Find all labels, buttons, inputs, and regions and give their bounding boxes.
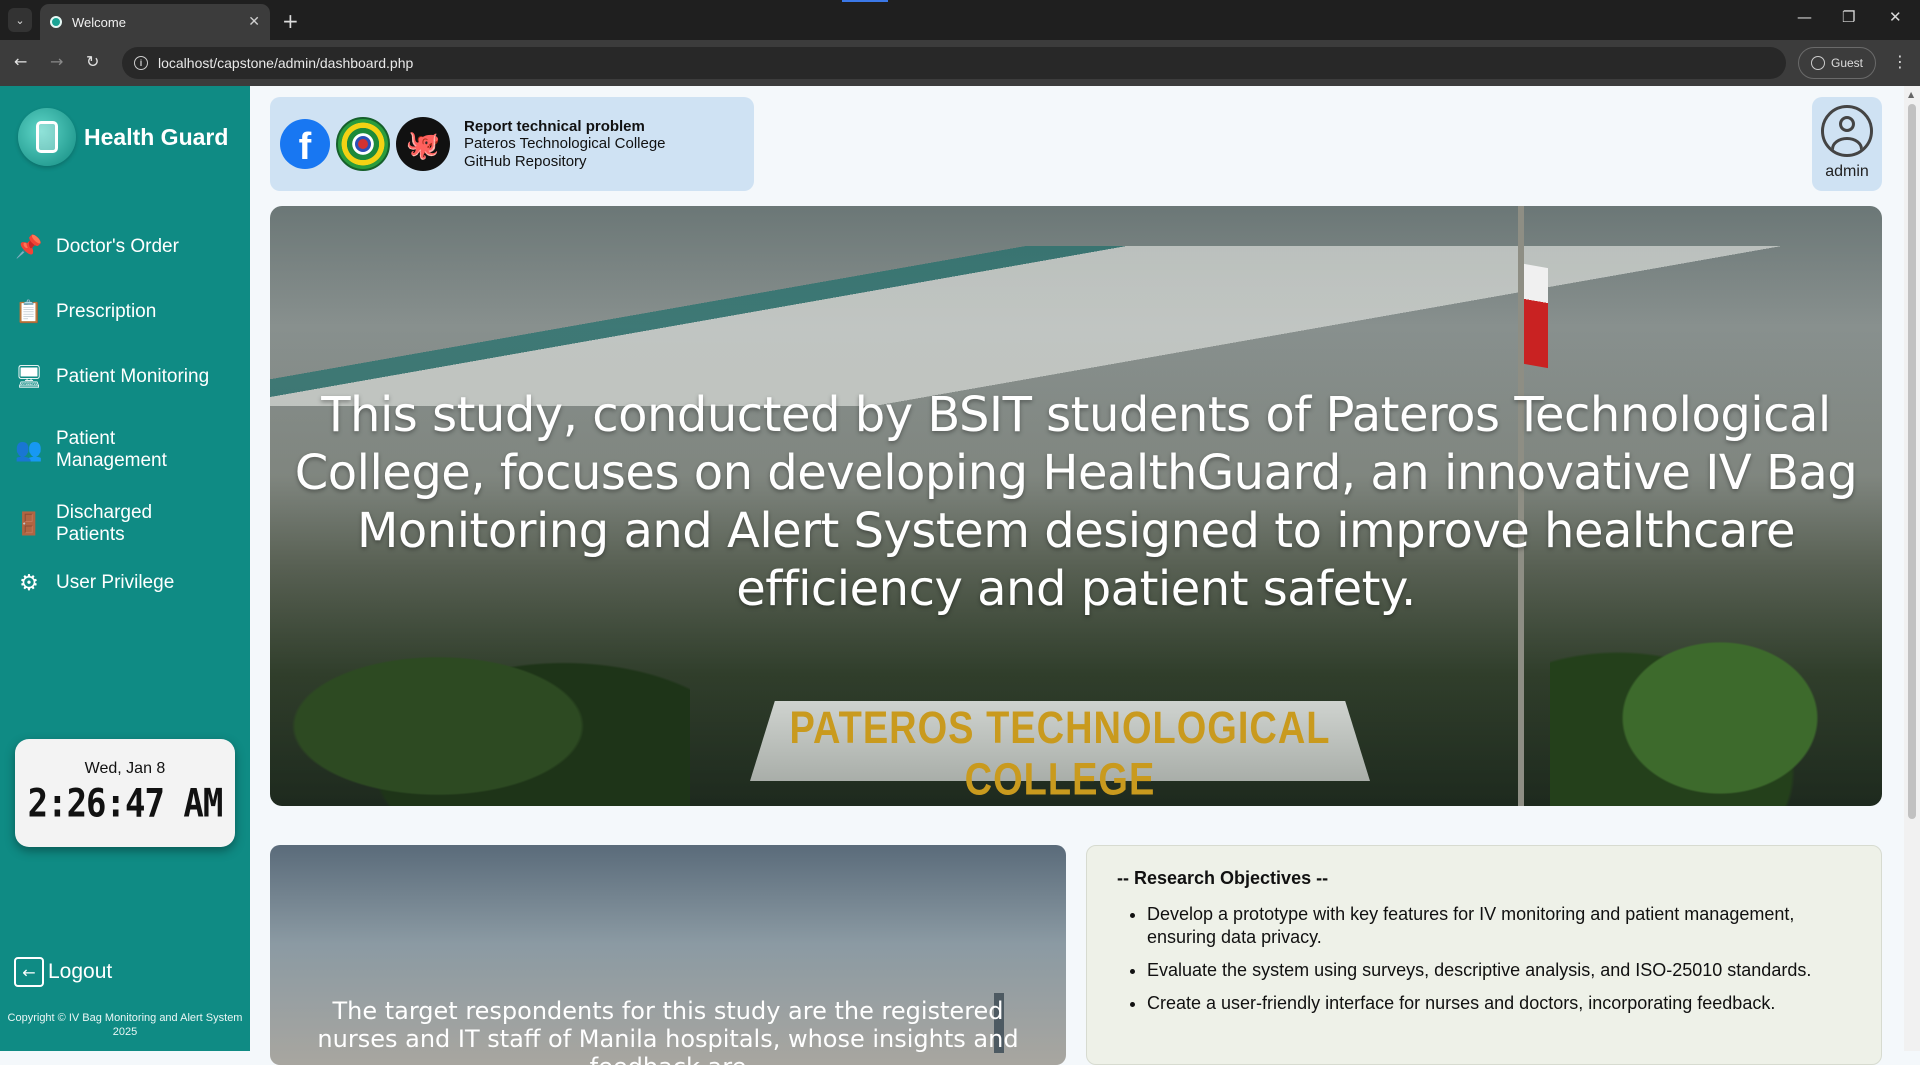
report-problem-link[interactable]: Report technical problem xyxy=(464,118,666,135)
college-seal-icon[interactable] xyxy=(336,117,390,171)
scroll-up-icon[interactable]: ▲ xyxy=(1908,90,1914,99)
sidebar-item-label: Patient Management xyxy=(56,428,167,471)
iv-bag-logo-icon xyxy=(18,108,76,166)
college-link[interactable]: Pateros Technological College xyxy=(464,135,666,153)
sidebar-item-prescription[interactable]: 📋 Prescription xyxy=(14,297,156,327)
site-info-icon[interactable]: i xyxy=(134,56,148,70)
sidebar-item-label: Doctor's Order xyxy=(56,236,179,257)
links-card: f 🐙 Report technical problem Pateros Tec… xyxy=(270,97,754,191)
sidebar-item-user-privilege[interactable]: ⚙ User Privilege xyxy=(14,568,174,598)
building-roof xyxy=(270,246,1882,406)
facebook-icon[interactable]: f xyxy=(280,119,330,169)
logout-button[interactable]: ← Logout xyxy=(14,957,112,987)
sidebar-item-label: User Privilege xyxy=(56,572,175,593)
close-window-icon[interactable]: ✕ xyxy=(1889,8,1902,26)
logout-icon: ← xyxy=(14,957,44,987)
gear-icon: ⚙ xyxy=(19,570,39,596)
sidebar-item-label: Patient Monitoring xyxy=(56,366,210,387)
restore-icon[interactable]: ❐ xyxy=(1842,8,1855,26)
browser-tabbar: ⌄ Welcome ✕ + — ❐ ✕ xyxy=(0,0,1920,40)
building-sign: PATEROS TECHNOLOGICAL COLLEGE xyxy=(789,703,1331,806)
respondents-card: The target respondents for this study ar… xyxy=(270,845,1066,1065)
github-link[interactable]: GitHub Repository xyxy=(464,153,666,171)
objectives-heading: -- Research Objectives -- xyxy=(1117,868,1329,888)
reload-icon[interactable]: ↻ xyxy=(86,52,99,71)
profile-button[interactable]: Guest xyxy=(1798,47,1876,79)
browser-tab[interactable]: Welcome ✕ xyxy=(40,4,270,40)
door-icon: 🚪 xyxy=(15,511,43,537)
close-tab-icon[interactable]: ✕ xyxy=(248,14,260,30)
profile-icon xyxy=(1810,56,1825,70)
back-icon[interactable]: ← xyxy=(14,52,27,71)
objectives-card: -- Research Objectives -- Develop a prot… xyxy=(1086,845,1882,1065)
address-bar[interactable]: i localhost/capstone/admin/dashboard.php xyxy=(122,47,1786,79)
list-item: Evaluate the system using surveys, descr… xyxy=(1147,959,1851,982)
hero-banner: PATEROS TECHNOLOGICAL COLLEGE This study… xyxy=(270,206,1882,806)
scrollbar-thumb[interactable] xyxy=(1908,104,1916,819)
browser-toolbar: ← → ↻ i localhost/capstone/admin/dashboa… xyxy=(0,40,1920,86)
sidebar-item-label: Discharged Patients xyxy=(56,502,153,545)
clipboard-icon: 📋 xyxy=(15,299,43,325)
respondents-text: The target respondents for this study ar… xyxy=(317,997,1019,1065)
logout-label: Logout xyxy=(48,960,113,983)
tab-title: Welcome xyxy=(72,14,126,30)
avatar-icon xyxy=(1821,105,1873,157)
flag xyxy=(1524,263,1548,369)
digital-clock: Wed, Jan 8 2:26:47 AM xyxy=(15,739,235,847)
trees-left xyxy=(270,606,690,806)
tab-search-button[interactable]: ⌄ xyxy=(8,8,32,32)
brand-name: Health Guard xyxy=(84,123,229,150)
url-text: localhost/capstone/admin/dashboard.php xyxy=(158,55,414,71)
users-icon: 👥 xyxy=(15,437,43,463)
user-name: admin xyxy=(1825,163,1869,180)
sidebar-item-patient-monitoring[interactable]: 🖥 Patient Monitoring xyxy=(14,362,209,392)
clock-date: Wed, Jan 8 xyxy=(84,760,166,777)
list-item: Develop a prototype with key features fo… xyxy=(1147,903,1851,949)
tab-strip-indicator xyxy=(842,0,888,2)
list-item: Create a user-friendly interface for nur… xyxy=(1147,992,1851,1015)
user-profile-card[interactable]: admin xyxy=(1812,97,1882,191)
brand[interactable]: Health Guard xyxy=(18,108,228,166)
monitor-icon: 🖥 xyxy=(15,364,43,390)
minimize-icon[interactable]: — xyxy=(1797,8,1812,26)
copyright: Copyright © IV Bag Monitoring and Alert … xyxy=(7,1012,243,1038)
new-tab-button[interactable]: + xyxy=(282,9,299,33)
sidebar: Health Guard 📌 Doctor's Order 📋 Prescrip… xyxy=(0,86,250,1051)
github-icon[interactable]: 🐙 xyxy=(396,117,450,171)
forward-icon[interactable]: → xyxy=(50,52,63,71)
favicon-icon xyxy=(50,16,62,28)
sidebar-item-patient-management[interactable]: 👥 Patient Management xyxy=(14,428,206,472)
menu-icon[interactable]: ⋮ xyxy=(1892,52,1908,71)
profile-label: Guest xyxy=(1830,56,1863,70)
hero-headline: This study, conducted by BSIT students o… xyxy=(294,387,1858,617)
objectives-list: Develop a prototype with key features fo… xyxy=(1117,903,1851,1015)
sidebar-item-label: Prescription xyxy=(56,301,157,322)
sidebar-item-discharged-patients[interactable]: 🚪 Discharged Patients xyxy=(14,502,206,546)
trees-right xyxy=(1550,586,1882,806)
pin-icon: 📌 xyxy=(15,234,43,260)
scrollbar[interactable]: ▲ xyxy=(1904,86,1920,1051)
clock-time: 2:26:47 AM xyxy=(27,781,224,827)
sidebar-item-doctors-order[interactable]: 📌 Doctor's Order xyxy=(14,232,179,262)
